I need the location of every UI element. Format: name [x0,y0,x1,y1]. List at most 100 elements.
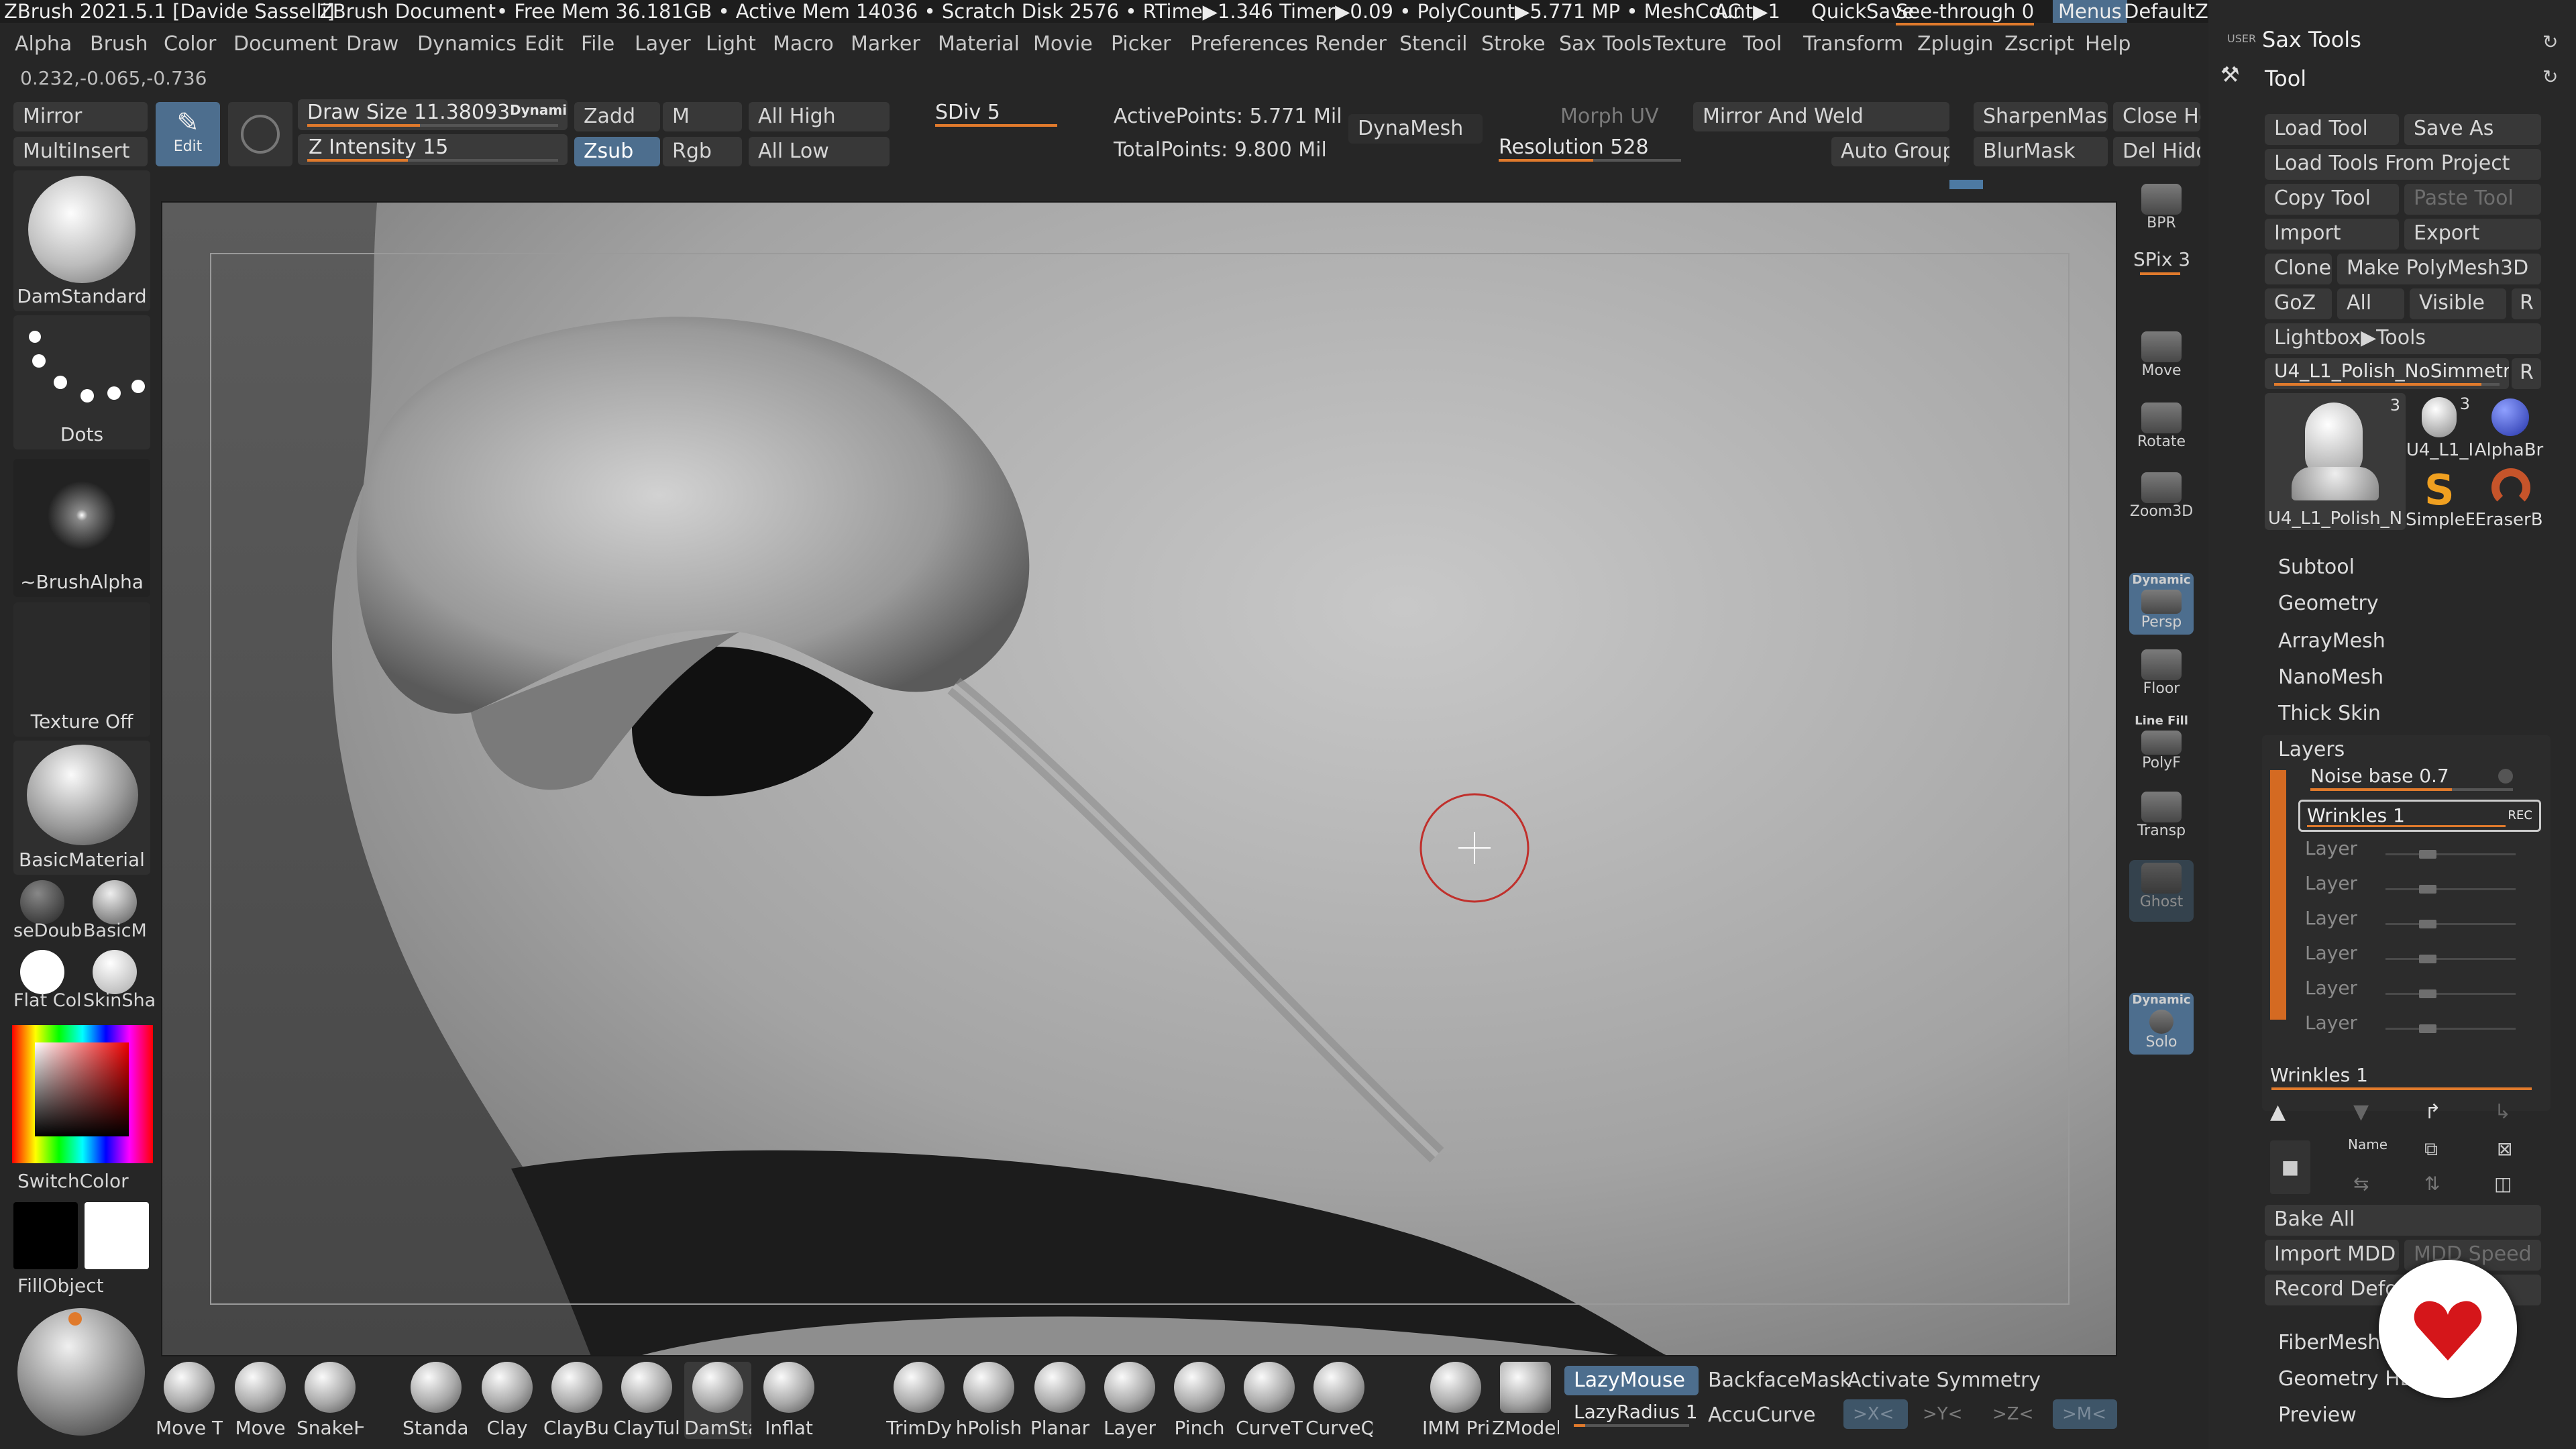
brush-pinch[interactable]: Pinch [1166,1362,1233,1439]
menu-macro[interactable]: Macro [773,32,834,56]
menu-movie[interactable]: Movie [1033,32,1093,56]
thick-skin-section[interactable]: Thick Skin [2278,702,2381,725]
lightbox-tools-button[interactable]: Lightbox▶Tools [2265,323,2541,354]
brush-damstandard[interactable]: DamSta [684,1362,751,1439]
bpr-button[interactable]: BPR [2129,181,2194,243]
morph-uv-button[interactable]: Morph UV [1560,105,1659,128]
sax-tools-title[interactable]: Sax Tools [2262,27,2361,52]
wrinkles-strength-slider[interactable]: Wrinkles 1 [2262,1063,2541,1093]
tool-thumb-u4[interactable]: 3 U4_L1_I [2406,393,2474,460]
material-selector[interactable]: BasicMaterial [13,741,150,875]
menu-brush[interactable]: Brush [90,32,148,56]
color-square[interactable] [35,1042,129,1136]
menu-zscript[interactable]: Zscript [2004,32,2074,56]
auto-groups-button[interactable]: Auto Groups [1831,137,1949,166]
clone-button[interactable]: Clone [2265,254,2332,284]
current-tool-slider[interactable]: U4_L1_Polish_NoSimmetria. [2265,358,2509,389]
symmetry-z-button[interactable]: >Z< [1983,1399,2047,1429]
close-holes-button[interactable]: Close Hc [2113,102,2200,131]
brush-imm-primitives[interactable]: IMM Pri [1422,1362,1489,1439]
brush-layer[interactable]: Layer [1096,1362,1163,1439]
goz-button[interactable]: GoZ [2265,288,2332,319]
bake-all-button[interactable]: Bake All [2265,1205,2541,1236]
zsub-button[interactable]: Zsub [574,137,660,166]
dynamesh-button[interactable]: DynaMesh [1348,114,1483,144]
goz-visible-button[interactable]: Visible [2410,288,2506,319]
layer-slot-6[interactable]: Layer [2305,1012,2542,1041]
zoom3d-button[interactable]: Zoom3D [2129,470,2194,531]
layer-slot-3[interactable]: Layer [2305,907,2542,936]
main-color-swatch[interactable] [85,1202,149,1269]
delete-layer-icon[interactable]: ⊠ [2497,1138,2512,1160]
spix-slider[interactable]: SPix 3 [2133,248,2190,270]
mirror-button[interactable]: Mirror [13,102,148,131]
menu-material[interactable]: Material [938,32,1020,56]
arraymesh-section[interactable]: ArrayMesh [2278,629,2385,653]
brush-trimdynamic[interactable]: TrimDy [885,1362,953,1439]
geometry-section[interactable]: Geometry [2278,592,2379,615]
layer-wrinkles[interactable]: Wrinkles 1 REC [2298,800,2541,832]
light-position-icon[interactable] [68,1312,82,1326]
subtool-section[interactable]: Subtool [2278,555,2355,579]
multiinsert-button[interactable]: MultiInsert [13,137,148,166]
resolution-slider[interactable]: Resolution 528 [1489,134,1690,165]
menu-preferences[interactable]: Preferences [1190,32,1308,56]
import-button[interactable]: Import [2265,219,2399,250]
rotate-view-button[interactable]: Rotate [2129,400,2194,462]
brush-clay[interactable]: Clay [474,1362,541,1439]
menu-picker[interactable]: Picker [1111,32,1171,56]
backface-mask-toggle[interactable]: BackfaceMask [1708,1368,1851,1392]
split-layer-icon[interactable]: ↱ [2424,1100,2441,1124]
move-layer-up-icon[interactable]: ▲ [2270,1100,2286,1124]
draw-button[interactable] [228,102,292,166]
texture-selector[interactable]: Texture Off [13,602,150,737]
menu-document[interactable]: Document [233,32,337,56]
mirror-and-weld-button[interactable]: Mirror And Weld [1693,102,1949,131]
menu-layer[interactable]: Layer [635,32,691,56]
ghost-button[interactable]: Ghost [2129,860,2194,922]
export-button[interactable]: Export [2404,219,2541,250]
viewport-canvas[interactable] [161,201,2117,1356]
brush-curvetube[interactable]: CurveT [1236,1362,1303,1439]
tool-thumb-simplebrush[interactable]: S SimpleE [2406,462,2474,530]
solo-button[interactable]: Dynamic Solo [2129,993,2194,1055]
layer-noise-base[interactable]: Noise base 0.7 [2301,763,2522,794]
ac-button[interactable]: AC [1715,0,1741,23]
menu-stencil[interactable]: Stencil [1399,32,1467,56]
menu-dynamics[interactable]: Dynamics [417,32,517,56]
alpha-selector[interactable]: ~BrushAlpha [13,459,150,597]
stroke-selector[interactable]: Dots [13,315,150,449]
menu-alpha[interactable]: Alpha [15,32,72,56]
brush-snakehook[interactable]: SnakeH [297,1362,364,1439]
brush-claytubes[interactable]: ClayTul [613,1362,680,1439]
layer-visibility-icon[interactable] [2498,769,2513,784]
sdiv-slider[interactable]: SDiv 5 [926,99,1067,130]
goz-r-button[interactable]: R [2512,288,2541,319]
symmetry-x-button[interactable]: >X< [1843,1399,1908,1429]
brush-selector[interactable]: DamStandard [13,170,150,311]
symmetry-y-button[interactable]: >Y< [1913,1399,1978,1429]
del-hidden-button[interactable]: Del Hidd [2113,137,2200,166]
switch-color-button[interactable]: SwitchColor [17,1170,129,1192]
layer-option-1-icon[interactable]: ⇆ [2353,1173,2369,1195]
brush-hpolish[interactable]: hPolish [955,1362,1022,1439]
secondary-color-swatch[interactable] [13,1202,78,1269]
all-low-button[interactable]: All Low [749,137,890,166]
menu-render[interactable]: Render [1315,32,1387,56]
menu-help[interactable]: Help [2085,32,2131,56]
rec-indicator[interactable]: REC [2508,808,2532,822]
tool-thumb-eraserbrush[interactable]: EraserB [2474,462,2544,530]
all-high-button[interactable]: All High [749,102,890,131]
material-mini-3-icon[interactable] [20,950,64,994]
material-mini-2-icon[interactable] [93,880,137,924]
new-layer-icon[interactable]: ■ [2270,1140,2310,1194]
brush-standard[interactable]: Standar [402,1362,470,1439]
layer-slot-2[interactable]: Layer [2305,872,2542,902]
menu-zplugin[interactable]: Zplugin [1917,32,1993,56]
goz-all-button[interactable]: All [2337,288,2404,319]
move-layer-down-icon[interactable]: ▼ [2353,1100,2369,1124]
menu-sax-tools[interactable]: Sax Tools [1559,32,1652,56]
sharpen-mask-button[interactable]: SharpenMask [1974,102,2108,131]
material-sphere-large-icon[interactable] [17,1308,145,1436]
tool-palette-title[interactable]: Tool [2265,66,2306,91]
